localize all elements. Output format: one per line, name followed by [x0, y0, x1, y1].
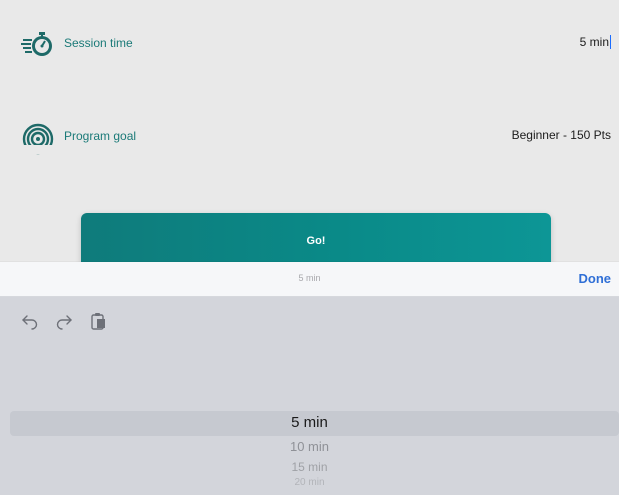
- text-cursor: [610, 35, 611, 49]
- picker-keyboard: 5 min 10 min 15 min 20 min: [0, 297, 619, 495]
- target-rings-icon: [20, 119, 56, 155]
- done-button[interactable]: Done: [579, 271, 612, 286]
- session-time-row[interactable]: Session time 5 min: [0, 22, 619, 66]
- stopwatch-icon: [20, 26, 56, 62]
- picker-option[interactable]: 10 min: [0, 439, 619, 454]
- program-goal-row[interactable]: Program goal Beginner - 150 Pts: [0, 115, 619, 159]
- picker-option[interactable]: 15 min: [0, 460, 619, 474]
- go-button[interactable]: Go!: [81, 213, 551, 269]
- session-time-label: Session time: [64, 36, 133, 50]
- program-goal-label: Program goal: [64, 129, 137, 143]
- session-time-value[interactable]: 5 min: [580, 35, 611, 49]
- go-button-label: Go!: [306, 235, 326, 247]
- redo-icon[interactable]: [54, 311, 74, 331]
- program-goal-value[interactable]: Beginner - 150 Pts: [512, 128, 611, 142]
- picker-current-value: 5 min: [298, 273, 321, 283]
- picker-option[interactable]: 20 min: [0, 477, 619, 485]
- settings-panel: Session time 5 min Program goal Beginner…: [0, 0, 619, 269]
- picker-accessory-bar: 5 min Done: [0, 262, 619, 297]
- undo-icon[interactable]: [20, 311, 40, 331]
- paste-icon[interactable]: [88, 311, 108, 331]
- picker-option-selected[interactable]: 5 min: [0, 414, 619, 431]
